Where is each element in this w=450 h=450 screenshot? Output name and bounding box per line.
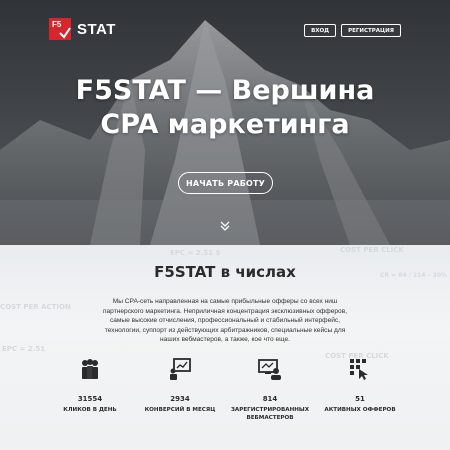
start-work-button[interactable]: НАЧАТЬ РАБОТУ: [178, 172, 273, 194]
webmaster-icon: [258, 359, 281, 380]
stats-description: Мы CPA-сеть направленная на самые прибыл…: [102, 298, 348, 343]
stat-offers: 51 АКТИВНЫХ ОФФЕРОВ: [315, 357, 405, 414]
stat-value: 814: [262, 395, 278, 403]
hero-section: F5 STAT ВХОД РЕГИСТРАЦИЯ F5STAT — Вершин…: [0, 0, 450, 245]
stat-webmasters: 814 ЗАРЕГИСТРИРОВАННЫХ ВЕБМАСТЕРОВ: [225, 357, 315, 422]
logo-badge: F5: [49, 18, 71, 40]
checkmark-icon: [59, 27, 71, 39]
register-button[interactable]: РЕГИСТРАЦИЯ: [341, 24, 401, 37]
click-grid-icon: [350, 359, 368, 380]
scroll-down-icon[interactable]: [219, 220, 231, 232]
presentation-icon: [170, 358, 191, 380]
stat-value: 2934: [170, 395, 190, 403]
stat-value: 31554: [77, 395, 103, 403]
background-term: EPC = 2.51 $: [170, 249, 221, 257]
stat-label: КЛИКОВ В ДЕНЬ: [63, 407, 117, 413]
stat-label: АКТИВНЫХ ОФФЕРОВ: [324, 407, 396, 413]
background-term: COST PER ACTION: [0, 303, 71, 311]
stat-clicks: 31554 КЛИКОВ В ДЕНЬ: [45, 357, 135, 414]
logo[interactable]: F5 STAT: [49, 18, 116, 40]
stat-conversions: 2934 КОНВЕРСИЙ В МЕСЯЦ: [135, 357, 225, 414]
top-nav: ВХОД РЕГИСТРАЦИЯ: [304, 24, 401, 37]
stat-label: КОНВЕРСИЙ В МЕСЯЦ: [144, 407, 216, 413]
login-button[interactable]: ВХОД: [304, 24, 337, 37]
logo-text: STAT: [77, 20, 116, 38]
people-icon: [82, 359, 98, 379]
stat-value: 51: [355, 395, 365, 403]
stat-label: ЗАРЕГИСТРИРОВАННЫХ ВЕБМАСТЕРОВ: [230, 407, 310, 421]
stats-section: EPC = 2.51 $ COST PER CLICK CR = 64 / 21…: [0, 245, 450, 450]
background-term: COST PER CLICK: [340, 246, 404, 254]
stats-title: F5STAT в числах: [154, 263, 296, 281]
background-term: EPC = 2.51: [2, 345, 46, 353]
hero-title: F5STAT — Вершина CPA маркетинга: [75, 75, 375, 140]
